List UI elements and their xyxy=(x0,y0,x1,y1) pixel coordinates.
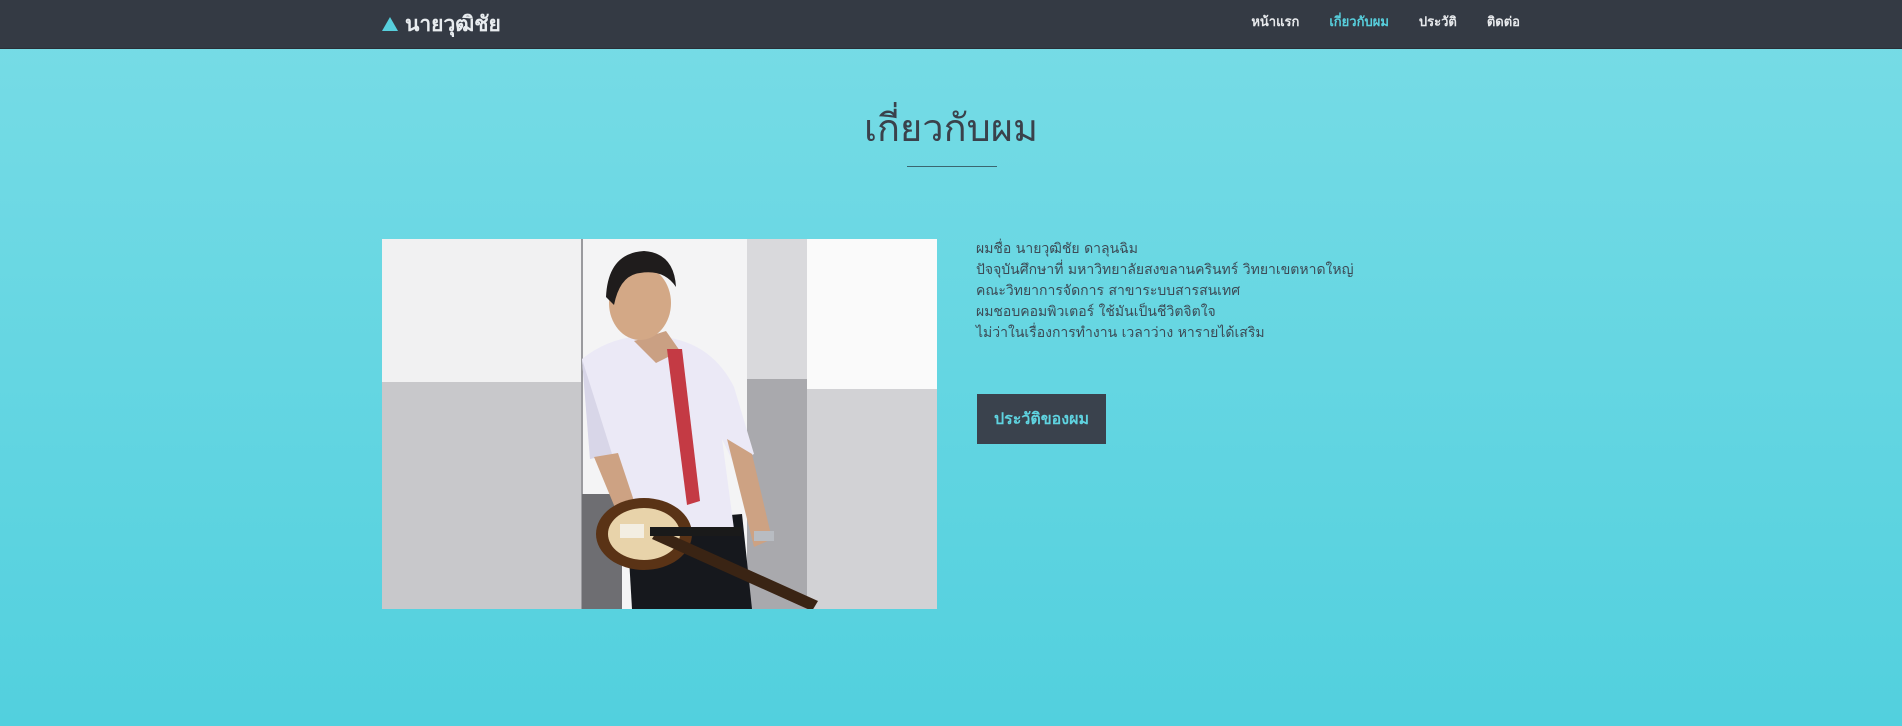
profile-photo xyxy=(382,239,937,609)
nav-link-contact[interactable]: ติดต่อ xyxy=(1487,13,1520,33)
title-divider xyxy=(907,166,997,167)
bio-line: ผมชอบคอมพิวเตอร์ ใช้มันเป็นชีวิตจิตใจ xyxy=(976,304,1216,320)
brand-name: นายวุฒิชัย xyxy=(405,11,501,36)
navbar: นายวุฒิชัย หน้าแรก เกี่ยวกับผม ประวัติ ต… xyxy=(0,0,1902,49)
bio-line: ปัจจุบันศึกษาที่ มหาวิทยาลัยสงขลานครินทร… xyxy=(976,262,1354,278)
brand-link[interactable]: นายวุฒิชัย xyxy=(381,9,501,39)
triangle-logo-icon xyxy=(382,17,398,31)
bio-line: ไม่ว่าในเรื่องการทำงาน เวลาว่าง หารายได้… xyxy=(976,325,1265,341)
bio-line: ผมชื่อ นายวุฒิชัย ดาลุนฉิม xyxy=(976,241,1138,257)
nav-link-about[interactable]: เกี่ยวกับผม xyxy=(1329,13,1389,33)
nav-link-history[interactable]: ประวัติ xyxy=(1419,13,1457,33)
bio-line: คณะวิทยาการจัดการ สาขาระบบสารสนเทศ xyxy=(976,283,1241,299)
bio-text: ผมชื่อ นายวุฒิชัย ดาลุนฉิม ปัจจุบันศึกษา… xyxy=(976,239,1496,344)
nav-link-home[interactable]: หน้าแรก xyxy=(1251,13,1299,33)
nav-links: หน้าแรก เกี่ยวกับผม ประวัติ ติดต่อ xyxy=(1251,13,1520,33)
section-title: เกี่ยวกับผม xyxy=(863,106,1039,150)
history-button[interactable]: ประวัติของผม xyxy=(977,394,1106,444)
